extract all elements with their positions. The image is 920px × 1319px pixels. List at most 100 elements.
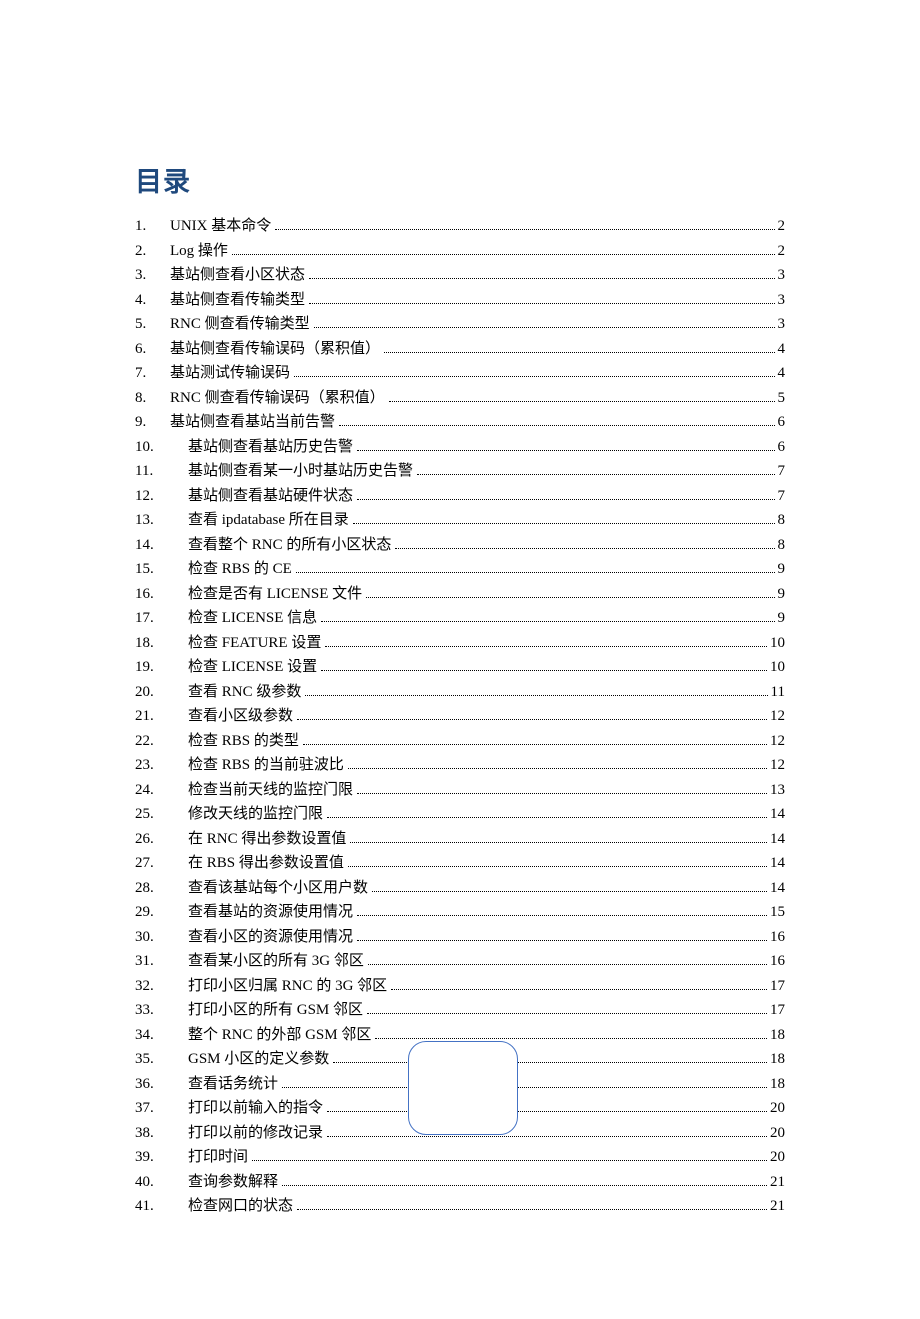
toc-entry[interactable]: 14.查看整个 RNC 的所有小区状态8 [135,533,785,558]
toc-entry[interactable]: 27.在 RBS 得出参数设置值14 [135,851,785,876]
toc-entry[interactable]: 41.检查网口的状态21 [135,1194,785,1219]
toc-entry-title: 检查网口的状态 [188,1194,293,1219]
toc-entry-title: 在 RBS 得出参数设置值 [188,851,344,876]
toc-entry-title: 查看整个 RNC 的所有小区状态 [188,533,391,558]
toc-entry-number: 38. [135,1121,188,1146]
document-page: 目录 1.UNIX 基本命令22.Log 操作23.基站侧查看小区状态34.基站… [0,0,920,1319]
toc-leader-dots [309,268,774,280]
toc-leader-dots [389,390,775,402]
toc-entry-number: 4. [135,288,170,313]
toc-entry[interactable]: 5.RNC 侧查看传输类型3 [135,312,785,337]
toc-leader-dots [252,1150,767,1162]
toc-entry-number: 10. [135,435,188,460]
toc-entry-page: 20 [770,1121,785,1146]
toc-entry[interactable]: 22.检查 RBS 的类型12 [135,729,785,754]
toc-entry-page: 17 [770,974,785,999]
toc-leader-dots [366,586,774,598]
toc-entry[interactable]: 13.查看 ipdatabase 所在目录8 [135,508,785,533]
toc-entry[interactable]: 10.基站侧查看基站历史告警 6 [135,435,785,460]
toc-entry[interactable]: 19.检查 LICENSE 设置10 [135,655,785,680]
toc-entry-title: 基站侧查看某一小时基站历史告警 [188,459,413,484]
toc-entry-title: 基站侧查看基站历史告警 [188,435,353,460]
toc-entry-title: 查看小区级参数 [188,704,293,729]
toc-entry[interactable]: 16.检查是否有 LICENSE 文件9 [135,582,785,607]
toc-entry-number: 19. [135,655,188,680]
toc-entry[interactable]: 30.查看小区的资源使用情况16 [135,925,785,950]
toc-leader-dots [309,292,774,304]
toc-entry-number: 11. [135,459,188,484]
toc-entry[interactable]: 15.检查 RBS 的 CE9 [135,557,785,582]
toc-entry-title: 整个 RNC 的外部 GSM 邻区 [188,1023,371,1048]
toc-entry-number: 33. [135,998,188,1023]
toc-entry-number: 5. [135,312,170,337]
toc-entry[interactable]: 18.检查 FEATURE 设置10 [135,631,785,656]
toc-leader-dots [357,929,767,941]
toc-entry[interactable]: 20.查看 RNC 级参数11 [135,680,785,705]
toc-entry[interactable]: 34.整个 RNC 的外部 GSM 邻区18 [135,1023,785,1048]
toc-entry[interactable]: 37.打印以前输入的指令20 [135,1096,785,1121]
toc-leader-dots [339,415,774,427]
toc-entry-page: 3 [778,312,786,337]
toc-entry-page: 9 [778,582,786,607]
toc-entry[interactable]: 28.查看该基站每个小区用户数14 [135,876,785,901]
toc-entry[interactable]: 23.检查 RBS 的当前驻波比12 [135,753,785,778]
toc-entry[interactable]: 6.基站侧查看传输误码（累积值）4 [135,337,785,362]
toc-entry[interactable]: 2.Log 操作2 [135,239,785,264]
toc-entry-number: 24. [135,778,188,803]
toc-leader-dots [333,1052,767,1064]
toc-leader-dots [275,219,774,231]
toc-entry[interactable]: 29.查看基站的资源使用情况15 [135,900,785,925]
toc-leader-dots [357,905,767,917]
toc-leader-dots [327,1101,767,1113]
toc-leader-dots [395,537,774,549]
toc-leader-dots [357,782,767,794]
toc-entry[interactable]: 35.GSM 小区的定义参数18 [135,1047,785,1072]
toc-entry[interactable]: 17.检查 LICENSE 信息9 [135,606,785,631]
toc-entry-page: 14 [770,851,785,876]
toc-entry[interactable]: 25.修改天线的监控门限14 [135,802,785,827]
toc-entry[interactable]: 21.查看小区级参数12 [135,704,785,729]
toc-entry-number: 20. [135,680,188,705]
toc-entry-title: 查看基站的资源使用情况 [188,900,353,925]
toc-entry-page: 13 [770,778,785,803]
toc-entry-number: 18. [135,631,188,656]
toc-entry[interactable]: 8.RNC 侧查看传输误码（累积值）5 [135,386,785,411]
toc-entry[interactable]: 33.打印小区的所有 GSM 邻区17 [135,998,785,1023]
toc-entry[interactable]: 12.基站侧查看基站硬件状态7 [135,484,785,509]
toc-entry[interactable]: 39.打印时间20 [135,1145,785,1170]
toc-entry[interactable]: 7.基站测试传输误码4 [135,361,785,386]
toc-entry[interactable]: 9.基站侧查看基站当前告警6 [135,410,785,435]
toc-entry[interactable]: 11.基站侧查看某一小时基站历史告警7 [135,459,785,484]
toc-entry[interactable]: 26.在 RNC 得出参数设置值14 [135,827,785,852]
toc-entry-number: 34. [135,1023,188,1048]
toc-leader-dots [384,341,774,353]
toc-entry[interactable]: 1.UNIX 基本命令2 [135,214,785,239]
toc-leader-dots [353,513,775,525]
toc-leader-dots [294,366,774,378]
toc-leader-dots [305,684,767,696]
toc-entry[interactable]: 38.打印以前的修改记录20 [135,1121,785,1146]
toc-entry-number: 13. [135,508,188,533]
toc-entry[interactable]: 31.查看某小区的所有 3G 邻区16 [135,949,785,974]
toc-entry[interactable]: 4.基站侧查看传输类型3 [135,288,785,313]
toc-entry-title: 基站测试传输误码 [170,361,290,386]
toc-entry-page: 8 [778,508,786,533]
toc-entry[interactable]: 36.查看话务统计18 [135,1072,785,1097]
toc-entry-title: GSM 小区的定义参数 [188,1047,329,1072]
toc-entry-title: 打印以前输入的指令 [188,1096,323,1121]
toc-entry-number: 16. [135,582,188,607]
toc-leader-dots [357,439,774,451]
toc-entry-page: 16 [770,925,785,950]
toc-leader-dots [232,243,775,255]
toc-leader-dots [417,464,774,476]
toc-entry-page: 6 [778,435,786,460]
toc-entry-number: 32. [135,974,188,999]
toc-entry-number: 35. [135,1047,188,1072]
toc-entry-page: 14 [770,802,785,827]
toc-entry[interactable]: 32.打印小区归属 RNC 的 3G 邻区17 [135,974,785,999]
toc-entry[interactable]: 40.查询参数解释21 [135,1170,785,1195]
toc-entry-title: 基站侧查看传输类型 [170,288,305,313]
toc-entry-page: 2 [778,239,786,264]
toc-entry[interactable]: 24.检查当前天线的监控门限13 [135,778,785,803]
toc-entry[interactable]: 3.基站侧查看小区状态3 [135,263,785,288]
